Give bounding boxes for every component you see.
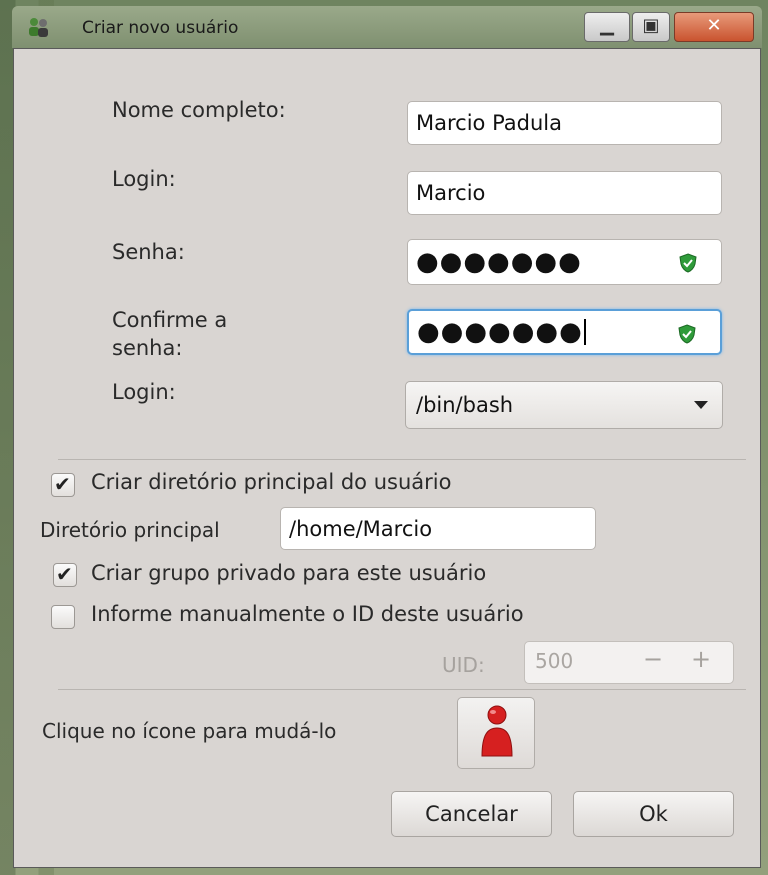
users-app-icon xyxy=(29,18,48,37)
close-button[interactable]: ✕ xyxy=(674,12,754,42)
password-field[interactable]: ●●●●●●● xyxy=(407,239,722,285)
window-title: Criar novo usuário xyxy=(82,18,239,38)
cancel-button-label: Cancelar xyxy=(425,802,518,826)
login-field[interactable]: Marcio xyxy=(407,171,722,215)
home-dir-label: Diretório principal xyxy=(40,518,220,542)
cancel-button[interactable]: Cancelar xyxy=(391,791,552,837)
separator xyxy=(58,459,746,460)
shell-value: /bin/bash xyxy=(416,393,514,417)
shell-label: Login: xyxy=(112,380,176,404)
password-label: Senha: xyxy=(112,240,185,264)
create-user-dialog: Nome completo: Marcio Padula Login: Marc… xyxy=(13,48,761,868)
password-value: ●●●●●●● xyxy=(416,247,582,277)
checkmark-icon: ✔ xyxy=(54,472,71,496)
login-value: Marcio xyxy=(416,181,486,205)
plus-icon[interactable]: + xyxy=(691,645,711,673)
user-avatar-icon xyxy=(481,705,513,757)
separator xyxy=(58,689,746,690)
text-cursor xyxy=(583,319,586,345)
manual-uid-label: Informe manualmente o ID deste usuário xyxy=(91,602,524,626)
confirm-password-value: ●●●●●●● xyxy=(417,317,583,347)
confirm-password-field[interactable]: ●●●●●●● xyxy=(407,309,722,355)
user-icon-button[interactable] xyxy=(457,697,535,769)
minimize-button[interactable]: ▁ xyxy=(584,12,630,42)
uid-value: 500 xyxy=(535,649,574,673)
home-dir-value: /home/Marcio xyxy=(289,516,433,541)
login-label: Login: xyxy=(112,167,176,191)
manual-uid-checkbox[interactable] xyxy=(51,605,75,629)
create-home-label: Criar diretório principal do usuário xyxy=(91,470,452,494)
ok-button[interactable]: Ok xyxy=(573,791,734,837)
uid-label: UID: xyxy=(442,653,485,677)
home-dir-field[interactable]: /home/Marcio xyxy=(280,507,596,550)
maximize-button[interactable]: ▣ xyxy=(632,12,670,42)
private-group-checkbox[interactable]: ✔ xyxy=(53,562,77,587)
create-home-checkbox[interactable]: ✔ xyxy=(51,472,75,497)
shield-icon xyxy=(679,253,697,273)
full-name-value: Marcio Padula xyxy=(416,111,562,135)
private-group-label: Criar grupo privado para este usuário xyxy=(91,561,487,585)
checkmark-icon: ✔ xyxy=(56,562,73,586)
shield-icon xyxy=(678,324,696,344)
icon-hint-label: Clique no ícone para mudá-lo xyxy=(42,719,337,743)
full-name-field[interactable]: Marcio Padula xyxy=(407,101,722,145)
shell-select[interactable]: /bin/bash xyxy=(405,381,723,429)
maximize-icon: ▣ xyxy=(642,15,660,36)
title-bar: Criar novo usuário ▁ ▣ ✕ xyxy=(12,6,762,48)
confirm-password-label-line2: senha: xyxy=(112,336,183,360)
chevron-down-icon xyxy=(694,401,708,409)
confirm-password-label-line1: Confirme a xyxy=(112,308,228,332)
uid-spinbox[interactable]: 500 − + xyxy=(524,641,734,684)
ok-button-label: Ok xyxy=(639,802,668,826)
minimize-icon: ▁ xyxy=(600,15,614,36)
minus-icon[interactable]: − xyxy=(643,645,663,673)
full-name-label: Nome completo: xyxy=(112,98,286,122)
close-icon: ✕ xyxy=(706,15,722,36)
